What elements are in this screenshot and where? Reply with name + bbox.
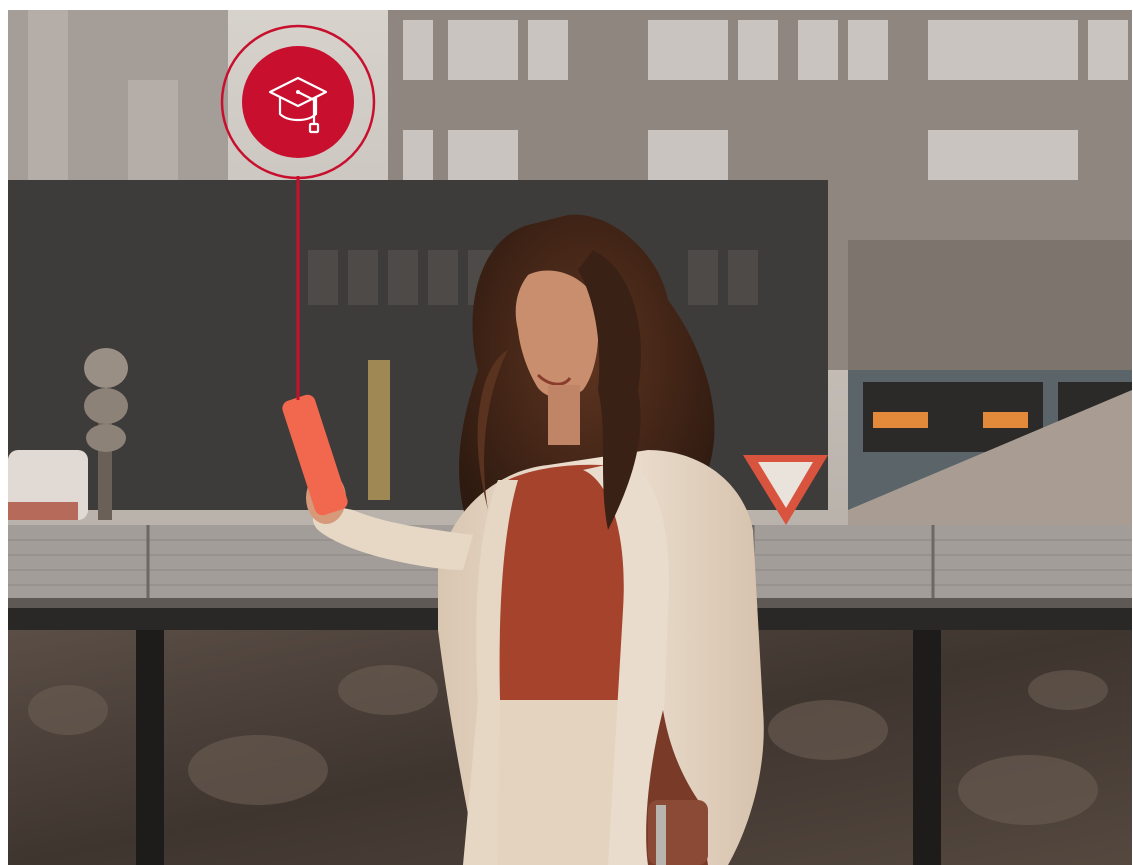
photo-scene — [8, 10, 1132, 865]
badge-disc[interactable] — [242, 46, 354, 158]
